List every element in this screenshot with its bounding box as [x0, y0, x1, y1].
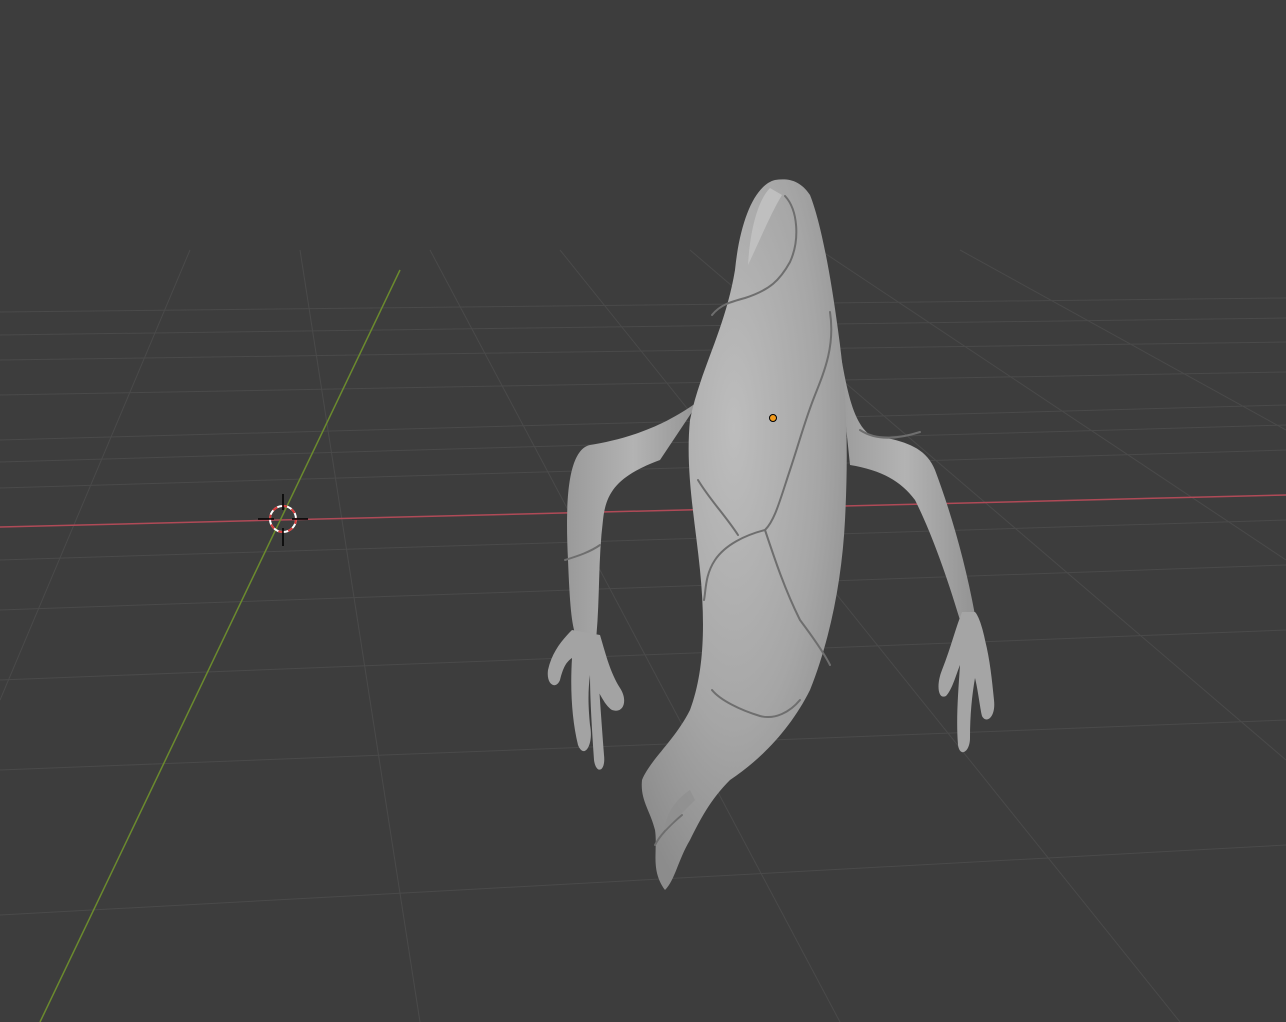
x-axis-line — [0, 494, 1286, 528]
3d-viewport[interactable] — [0, 0, 1286, 1022]
ghost-mesh[interactable] — [547, 179, 995, 890]
right-arm — [835, 320, 975, 620]
viewport-canvas[interactable] — [0, 0, 1286, 1022]
ghost-body — [641, 179, 847, 890]
floor-grid — [0, 249, 1286, 1022]
left-arm — [567, 400, 700, 640]
y-axis-line — [39, 269, 401, 1022]
object-origin-icon — [769, 414, 777, 422]
